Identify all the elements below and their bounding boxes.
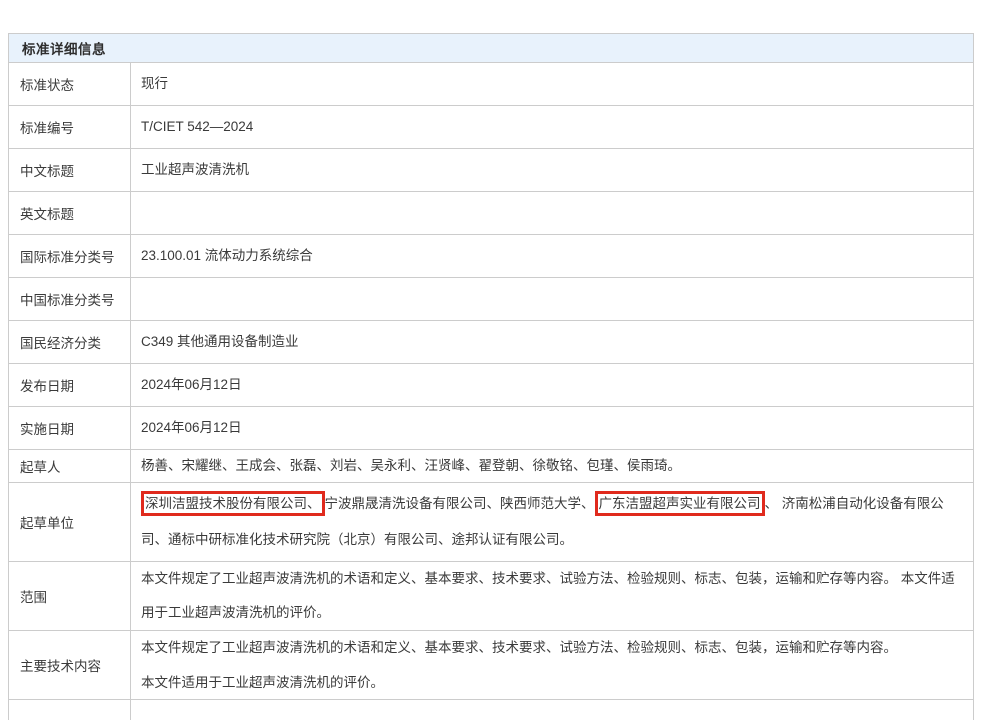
partial-label (9, 700, 131, 720)
drafting-units-label: 起草单位 (9, 483, 131, 561)
row-publish-date: 发布日期 2024年06月12日 (9, 364, 973, 407)
drafters-label: 起草人 (9, 450, 131, 482)
publish-date-label: 发布日期 (9, 364, 131, 406)
drafters-value: 杨善、宋耀继、王成会、张磊、刘岩、吴永利、汪贤峰、翟登朝、徐敬铭、包瑾、侯雨琦。 (141, 449, 959, 483)
main-content-line: 本文件适用于工业超声波清洗机的评价。 (141, 665, 959, 700)
main-content-line: 本文件规定了工业超声波清洗机的术语和定义、基本要求、技术要求、试验方法、检验规则… (141, 630, 959, 665)
scope-label: 范围 (9, 562, 131, 630)
economy-class-value: C349 其他通用设备制造业 (141, 325, 959, 359)
ics-number-label: 国际标准分类号 (9, 235, 131, 277)
red-annotation-box: 广东洁盟超声实业有限公司 (595, 491, 765, 516)
economy-class-label: 国民经济分类 (9, 321, 131, 363)
clipped-content-artifact (40, 0, 74, 4)
scope-value: 本文件规定了工业超声波清洗机的术语和定义、基本要求、技术要求、试验方法、检验规则… (141, 562, 959, 630)
row-standard-number: 标准编号 T/CIET 542—2024 (9, 106, 973, 149)
chinese-title-label: 中文标题 (9, 149, 131, 191)
row-ics-number: 国际标准分类号 23.100.01 流体动力系统综合 (9, 235, 973, 278)
publish-date-value: 2024年06月12日 (141, 368, 959, 402)
drafting-units-value: 深圳洁盟技术股份有限公司、宁波鼎晟清洗设备有限公司、陕西师范大学、广东洁盟超声实… (141, 486, 959, 558)
standard-detail-table: 标准详细信息 标准状态现行标准编号 T/CIET 542—2024 中文标题工业超声… (8, 33, 974, 720)
main-content-value: 本文件规定了工业超声波清洗机的术语和定义、基本要求、技术要求、试验方法、检验规则… (141, 630, 959, 700)
standard-number-value: T/CIET 542—2024 (141, 110, 959, 144)
row-standard-status: 标准状态现行 (9, 63, 973, 106)
english-title-label: 英文标题 (9, 192, 131, 234)
page: { "colors": { "header_bg": "#e8f2fc", "b… (0, 0, 984, 707)
main-content-label: 主要技术内容 (9, 631, 131, 699)
implement-date-value: 2024年06月12日 (141, 411, 959, 445)
implement-date-label: 实施日期 (9, 407, 131, 449)
row-drafters: 起草人杨善、宋耀继、王成会、张磊、刘岩、吴永利、汪贤峰、翟登朝、徐敬铭、包瑾、侯… (9, 450, 973, 483)
chinese-title-value: 工业超声波清洗机 (141, 153, 959, 187)
standard-status-value: 现行 (141, 67, 959, 101)
table-title: 标准详细信息 (9, 34, 973, 63)
ics-number-value: 23.100.01 流体动力系统综合 (141, 239, 959, 273)
row-main-content: 主要技术内容本文件规定了工业超声波清洗机的术语和定义、基本要求、技术要求、试验方… (9, 631, 973, 700)
standard-number-label: 标准编号 (9, 106, 131, 148)
row-economy-class: 国民经济分类 C349 其他通用设备制造业 (9, 321, 973, 364)
row-implement-date: 实施日期 2024年06月12日 (9, 407, 973, 450)
row-ccs-number: 中国标准分类号 (9, 278, 973, 321)
row-partial (9, 700, 973, 720)
red-annotation-box: 深圳洁盟技术股份有限公司、 (141, 491, 325, 516)
row-drafting-units: 起草单位深圳洁盟技术股份有限公司、宁波鼎晟清洗设备有限公司、陕西师范大学、广东洁… (9, 483, 973, 562)
standard-status-label: 标准状态 (9, 63, 131, 105)
table-body: 标准状态现行标准编号 T/CIET 542—2024 中文标题工业超声波清洗机英文标… (9, 63, 973, 720)
row-english-title: 英文标题 (9, 192, 973, 235)
ccs-number-label: 中国标准分类号 (9, 278, 131, 320)
row-scope: 范围本文件规定了工业超声波清洗机的术语和定义、基本要求、技术要求、试验方法、检验… (9, 562, 973, 631)
drafting-units-text: 宁波鼎晟清洗设备有限公司、陕西师范大学、 (325, 496, 595, 511)
row-chinese-title: 中文标题工业超声波清洗机 (9, 149, 973, 192)
